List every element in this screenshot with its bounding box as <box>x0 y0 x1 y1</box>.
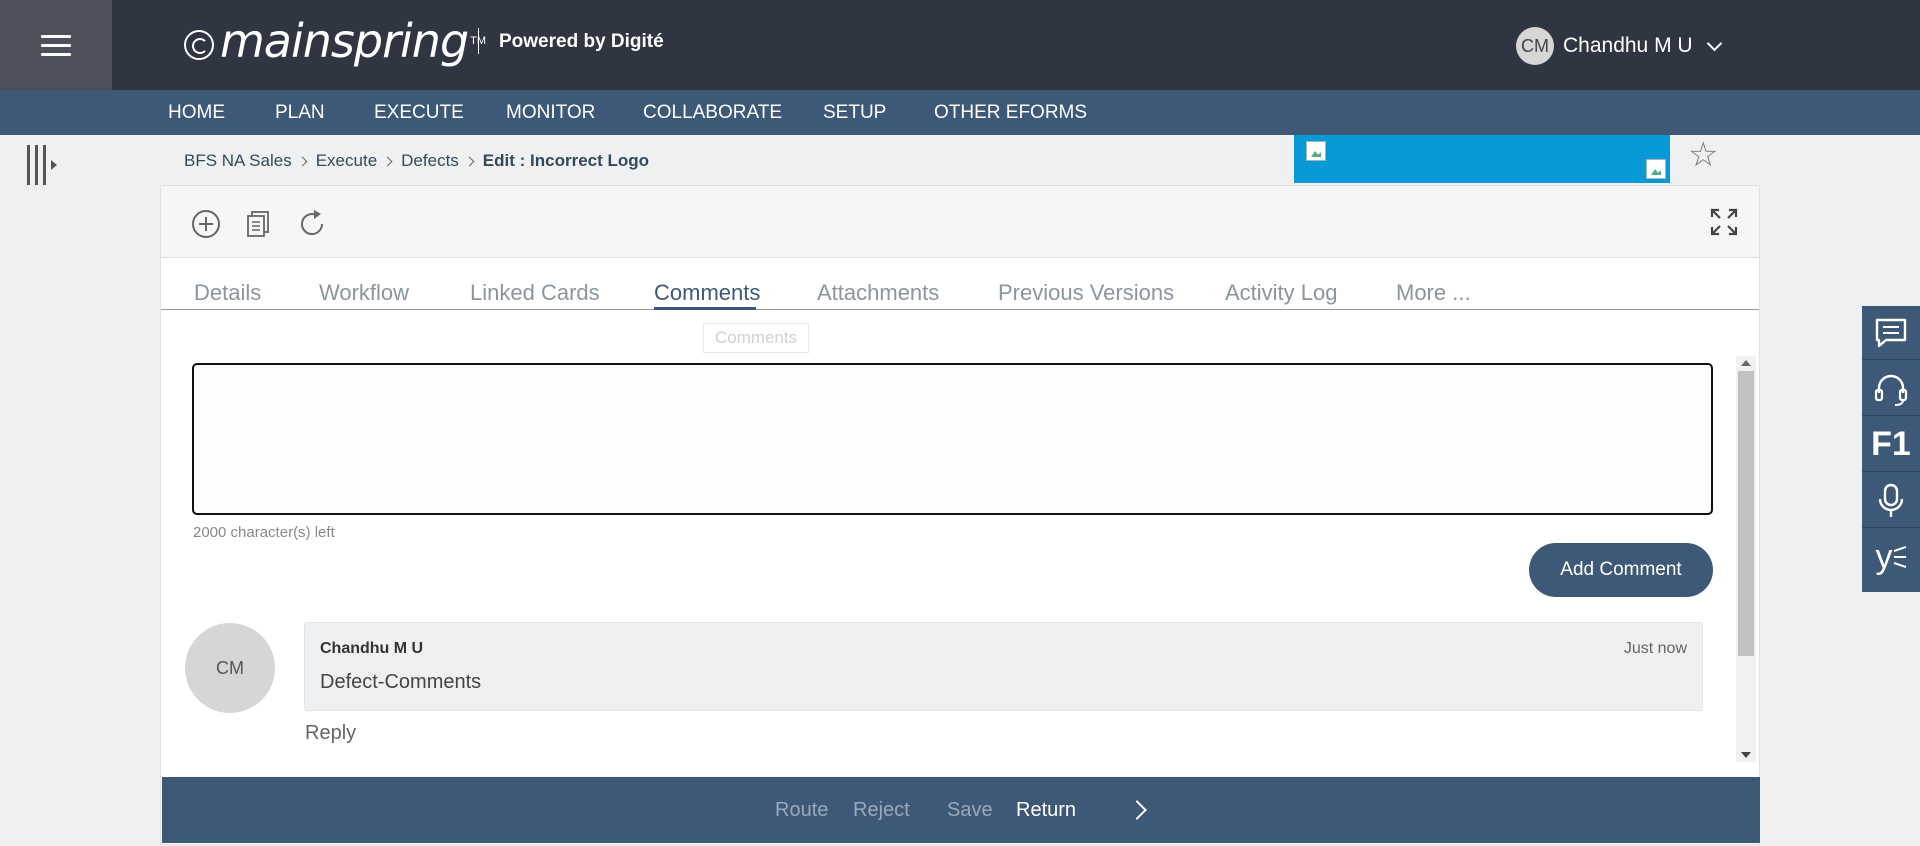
refresh-icon[interactable] <box>297 209 327 239</box>
banner-image <box>1294 135 1670 183</box>
add-comment-button[interactable]: Add Comment <box>1529 543 1713 597</box>
chevron-right-icon <box>297 156 308 166</box>
defect-edit-card: Details Workflow Linked Cards Comments A… <box>160 185 1760 845</box>
favorite-star-icon[interactable]: ☆ <box>1688 138 1718 172</box>
voice-widget-button[interactable] <box>1862 474 1920 528</box>
help-widget-bar: F1 y <box>1862 306 1920 592</box>
chevron-right-icon[interactable] <box>1127 800 1147 820</box>
breadcrumb-current: Edit : Incorrect Logo <box>482 151 650 170</box>
yammer-icon: y <box>1875 537 1893 576</box>
save-button[interactable]: Save <box>947 799 993 822</box>
top-header: mainspring TM Powered by Digité CM Chand… <box>0 0 1920 90</box>
main-nav: HOME PLAN EXECUTE MONITOR COLLABORATE SE… <box>0 90 1920 135</box>
character-counter: 2000 character(s) left <box>193 524 335 541</box>
chevron-right-icon <box>464 156 475 166</box>
tab-attachments[interactable]: Attachments <box>817 280 939 306</box>
support-widget-button[interactable] <box>1862 362 1920 416</box>
logo-divider <box>478 28 479 54</box>
card-toolbar <box>161 186 1759 258</box>
headset-icon <box>1874 374 1908 406</box>
hamburger-menu-button[interactable] <box>0 0 112 90</box>
return-button[interactable]: Return <box>1016 799 1076 822</box>
f1-help-button[interactable]: F1 <box>1862 418 1920 472</box>
tab-previous-versions[interactable]: Previous Versions <box>998 280 1174 306</box>
fullscreen-icon[interactable] <box>1709 207 1739 237</box>
comments-scrollbar[interactable] <box>1736 356 1756 762</box>
tab-tooltip: Comments <box>703 323 809 353</box>
chat-icon <box>1875 318 1907 347</box>
nav-item-home[interactable]: HOME <box>168 102 225 124</box>
tab-comments[interactable]: Comments <box>654 280 760 306</box>
action-footer: Route Reject Save Return <box>162 777 1760 843</box>
nav-item-collaborate[interactable]: COLLABORATE <box>643 102 782 124</box>
copy-icon[interactable] <box>244 209 274 239</box>
breadcrumb-defects[interactable]: Defects <box>401 151 459 171</box>
nav-item-other-eforms[interactable]: OTHER EFORMS <box>934 102 1087 124</box>
chevron-right-icon <box>382 156 393 166</box>
reply-link[interactable]: Reply <box>305 722 356 745</box>
broken-image-icon <box>1646 159 1666 179</box>
yammer-rays-icon <box>1893 546 1906 568</box>
chat-widget-button[interactable] <box>1862 306 1920 360</box>
tab-workflow[interactable]: Workflow <box>319 280 409 306</box>
tab-linked-cards[interactable]: Linked Cards <box>470 280 600 306</box>
scroll-up-arrow-icon[interactable] <box>1741 360 1751 366</box>
nav-item-setup[interactable]: SETUP <box>823 102 886 124</box>
powered-by-text: Powered by Digité <box>499 31 664 52</box>
comment-input[interactable] <box>192 363 1713 515</box>
add-icon[interactable] <box>191 209 221 239</box>
comment-timestamp: Just now <box>1623 640 1687 657</box>
expand-arrow-icon <box>51 160 57 170</box>
reject-button[interactable]: Reject <box>853 799 910 822</box>
logo-swirl-icon <box>184 30 214 60</box>
active-tab-indicator <box>654 307 756 310</box>
yammer-widget-button[interactable]: y <box>1862 530 1920 584</box>
scroll-down-arrow-icon[interactable] <box>1741 752 1751 758</box>
side-panel-toggle[interactable] <box>27 145 57 185</box>
comment-author: Chandhu M U <box>320 640 424 657</box>
f1-help-icon: F1 <box>1871 425 1911 463</box>
user-avatar: CM <box>1516 27 1554 65</box>
nav-item-plan[interactable]: PLAN <box>275 102 325 124</box>
breadcrumb-execute[interactable]: Execute <box>316 151 377 171</box>
comment-avatar: CM <box>185 623 275 713</box>
user-name: Chandhu M U <box>1563 34 1693 57</box>
tab-details[interactable]: Details <box>194 280 261 306</box>
scrollbar-thumb[interactable] <box>1738 371 1754 656</box>
microphone-icon <box>1878 483 1904 517</box>
tab-more[interactable]: More ... <box>1396 280 1471 306</box>
hamburger-icon <box>41 29 71 62</box>
route-button[interactable]: Route <box>775 799 828 822</box>
breadcrumb-bfs-na-sales[interactable]: BFS NA Sales <box>184 151 292 171</box>
broken-image-icon <box>1306 141 1326 161</box>
user-menu[interactable]: CM Chandhu M U <box>1516 27 1722 65</box>
comment-item: Chandhu M U Just now Defect-Comments <box>304 622 1703 711</box>
mainspring-logo: mainspring TM <box>184 14 486 68</box>
tab-activity-log[interactable]: Activity Log <box>1225 280 1338 306</box>
nav-item-execute[interactable]: EXECUTE <box>374 102 464 124</box>
chevron-down-icon <box>1706 35 1722 51</box>
nav-item-monitor[interactable]: MONITOR <box>506 102 595 124</box>
logo-text: mainspring <box>220 14 469 68</box>
comment-text: Defect-Comments <box>320 671 482 693</box>
breadcrumb: BFS NA Sales Execute Defects Edit : Inco… <box>184 151 649 171</box>
card-tabs: Details Workflow Linked Cards Comments A… <box>161 258 1759 310</box>
